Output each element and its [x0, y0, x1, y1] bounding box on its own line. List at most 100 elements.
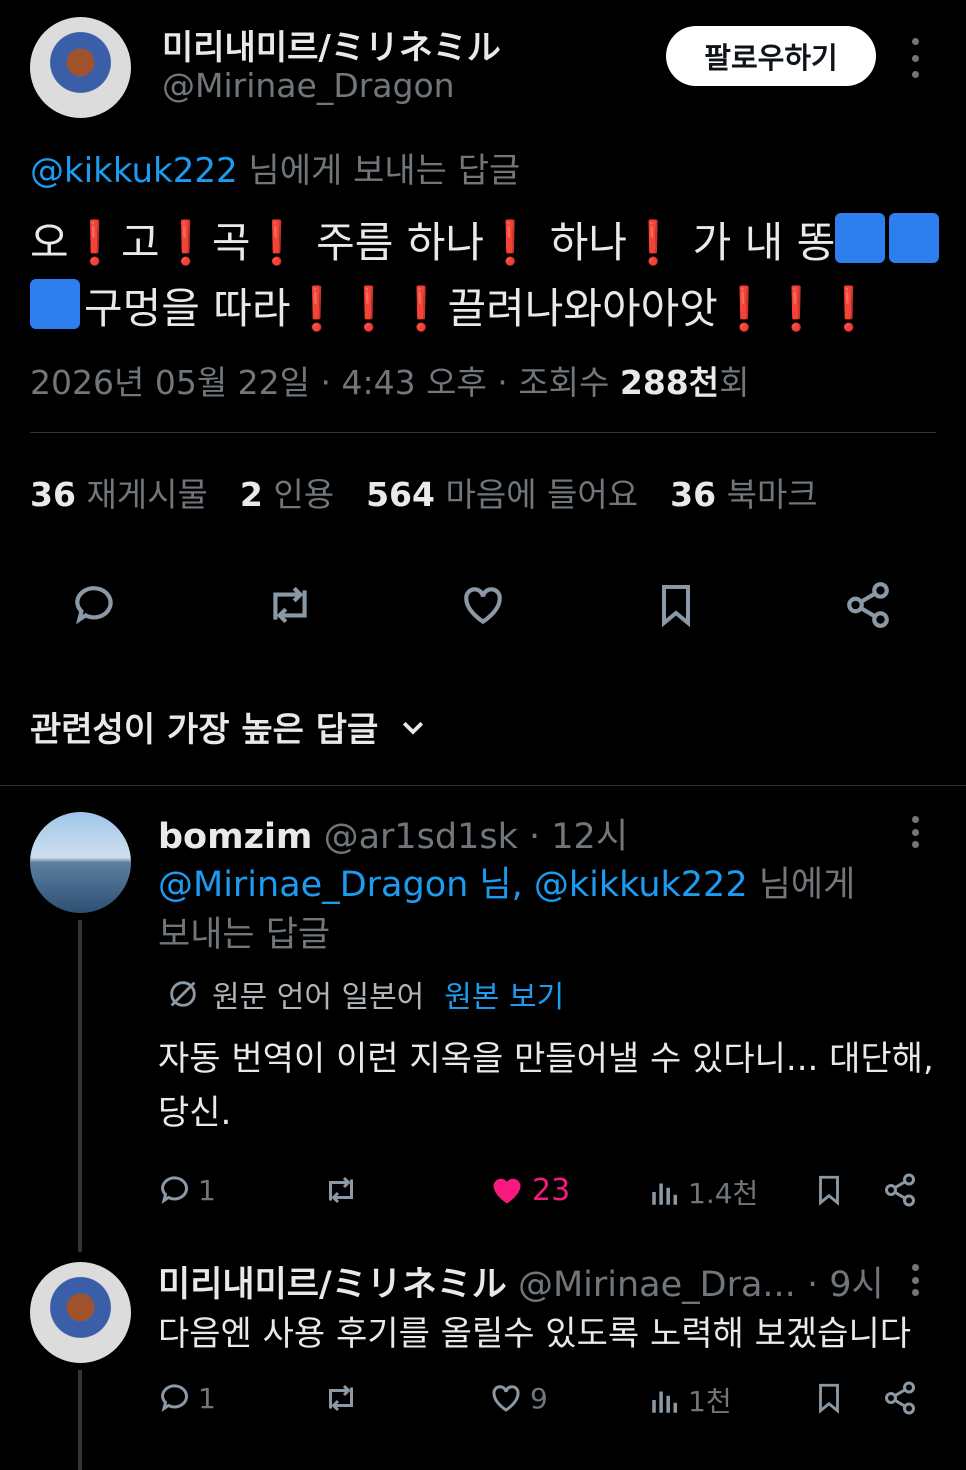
exclamation-icon: ❗	[627, 218, 680, 267]
exclamation-icon: ❗	[395, 284, 448, 333]
reply-count: 1	[198, 1173, 216, 1207]
wheelchair-emoji-icon	[889, 213, 940, 263]
reply-to-suffix-line2: 보내는 답글	[158, 915, 331, 955]
retweet-icon[interactable]	[262, 580, 318, 630]
more-options-icon[interactable]	[911, 38, 919, 78]
exclamation-icon: ❗	[770, 284, 823, 333]
tweet-timestamp: 2026년 05월 22일 · 4:43 오후 · 조회수 288천회	[30, 356, 749, 404]
reply-to-links[interactable]: @Mirinae_Dragon 님, @kikkuk222	[158, 865, 748, 905]
heart-icon[interactable]	[457, 580, 509, 630]
share-icon[interactable]	[843, 580, 893, 630]
tweet-text-part: 주름 하나	[302, 218, 485, 267]
author-avatar[interactable]	[30, 17, 131, 118]
translate-icon	[170, 981, 196, 1007]
translation-language: 원문 언어 일본어	[212, 980, 425, 1015]
tweet-text: 오❗고❗곡❗ 주름 하나❗ 하나❗ 가 내 똥 구멍을 따라❗❗❗끌려나와아아앗…	[30, 210, 950, 342]
reply-action-share[interactable]	[882, 1172, 918, 1212]
reply-action-share[interactable]	[882, 1380, 918, 1420]
tweet-text-part: 끌려나와아아앗	[447, 284, 718, 333]
reply-icon[interactable]	[70, 580, 122, 630]
reply-action-retweet[interactable]	[320, 1172, 362, 1212]
reply-action-reply[interactable]: 1	[158, 1380, 216, 1416]
reply-action-reply[interactable]: 1	[158, 1172, 216, 1208]
reply-avatar[interactable]	[30, 812, 131, 913]
translation-note: 원문 언어 일본어 원본 보기	[166, 972, 564, 1016]
reply-more-options-icon[interactable]	[911, 816, 919, 848]
exclamation-icon: ❗	[68, 218, 121, 267]
reply-author-handle[interactable]: @Mirinae_Dra...	[518, 1265, 796, 1305]
reply-author-name[interactable]: bomzim	[158, 817, 312, 857]
show-original-link[interactable]: 원본 보기	[444, 972, 564, 1016]
reply-author-name[interactable]: 미리내미르/ミリネミル	[158, 1265, 507, 1305]
heart-filled-icon	[493, 1178, 521, 1204]
reply-more-options-icon[interactable]	[911, 1264, 919, 1296]
divider	[30, 432, 936, 433]
reply-header: bomzim @ar1sd1sk · 12시	[158, 808, 628, 859]
exclamation-icon: ❗	[822, 284, 875, 333]
chevron-down-icon	[403, 721, 424, 735]
views-icon	[652, 1391, 678, 1413]
reply-sort-label: 관련성이 가장 높은 답글	[30, 710, 379, 750]
reply-author-handle[interactable]: @ar1sd1sk	[324, 817, 518, 857]
tweet-text-part: 곡	[211, 218, 251, 267]
timestamp-text[interactable]: 2026년 05월 22일 · 4:43 오후 · 조회수	[30, 363, 620, 402]
wheelchair-emoji-icon	[835, 213, 886, 263]
author-name[interactable]: 미리내미르/ミリネミル	[162, 20, 501, 69]
follow-button[interactable]: 팔로우하기	[666, 26, 876, 86]
retweet-icon	[329, 1384, 353, 1412]
reply-header: 미리내미르/ミリネミル @Mirinae_Dra... · 9시	[158, 1256, 884, 1307]
reply-time[interactable]: · 9시	[796, 1265, 884, 1305]
author-handle[interactable]: @Mirinae_Dragon	[162, 66, 455, 105]
tweet-stats: 36 재게시물 2 인용 564 마음에 들어요 36 북마크	[30, 468, 818, 516]
tweet-text-part: 하나	[536, 218, 628, 267]
view-count: 1.4천	[688, 1177, 759, 1210]
reply-avatar[interactable]	[30, 1262, 131, 1363]
reply-action-like[interactable]: 23	[488, 1172, 570, 1208]
exclamation-icon: ❗	[159, 218, 212, 267]
exclamation-icon: ❗	[290, 284, 343, 333]
thread-line	[78, 920, 82, 1252]
reply-to-suffix: 님에게	[747, 865, 856, 905]
reply-icon	[160, 1176, 188, 1204]
tweet-text-part: 고	[120, 218, 160, 267]
stat-quotes[interactable]: 2 인용	[240, 468, 334, 516]
reply-to-handle-link[interactable]: @kikkuk222	[30, 151, 238, 191]
reply-text-line: 자동 번역이 이런 지옥을 만들어낼 수 있다니... 대단해,	[158, 1039, 934, 1079]
reply-action-bookmark[interactable]	[812, 1380, 846, 1420]
like-count: 9	[530, 1381, 548, 1415]
reply-icon	[160, 1384, 188, 1412]
reply-action-retweet[interactable]	[320, 1380, 362, 1420]
retweet-icon	[329, 1176, 353, 1204]
reply-sort-selector[interactable]: 관련성이 가장 높은 답글	[30, 702, 428, 751]
exclamation-icon: ❗	[250, 218, 303, 267]
reply-time[interactable]: · 12시	[518, 817, 628, 857]
reply-count: 1	[198, 1381, 216, 1415]
tweet-text-part: 구멍을 따라	[84, 284, 291, 333]
exclamation-icon: ❗	[717, 284, 771, 333]
reply-text: 자동 번역이 이런 지옥을 만들어낼 수 있다니... 대단해, 당신.	[158, 1032, 934, 1140]
bookmark-icon[interactable]	[652, 580, 700, 630]
wheelchair-emoji-icon	[30, 279, 80, 329]
bookmark-icon	[819, 1383, 839, 1414]
reply-action-views[interactable]: 1천	[648, 1380, 732, 1420]
reply-action-views[interactable]: 1.4천	[648, 1172, 758, 1212]
stat-reposts[interactable]: 36 재게시물	[30, 468, 208, 516]
tweet-text-part: 가 내 똥	[679, 218, 836, 267]
reply-to-line: @Mirinae_Dragon 님, @kikkuk222 님에게 보내는 답글	[158, 860, 855, 960]
views-icon	[652, 1183, 678, 1205]
like-count: 23	[532, 1172, 571, 1208]
stat-likes[interactable]: 564 마음에 들어요	[366, 468, 638, 516]
view-count: 1천	[688, 1385, 732, 1418]
divider	[0, 785, 966, 786]
follow-button-label: 팔로우하기	[704, 41, 838, 75]
exclamation-icon: ❗	[342, 284, 396, 333]
stat-bookmarks[interactable]: 36 북마크	[670, 468, 818, 516]
thread-line	[78, 1370, 82, 1470]
heart-icon	[492, 1385, 520, 1412]
reply-to-line: @kikkuk222 님에게 보내는 답글	[30, 143, 520, 192]
share-icon	[885, 1381, 915, 1415]
exclamation-icon: ❗	[484, 218, 537, 267]
reply-action-bookmark[interactable]	[812, 1172, 846, 1212]
reply-action-like[interactable]: 9	[488, 1380, 548, 1416]
reply-text-line: 당신.	[158, 1093, 232, 1133]
